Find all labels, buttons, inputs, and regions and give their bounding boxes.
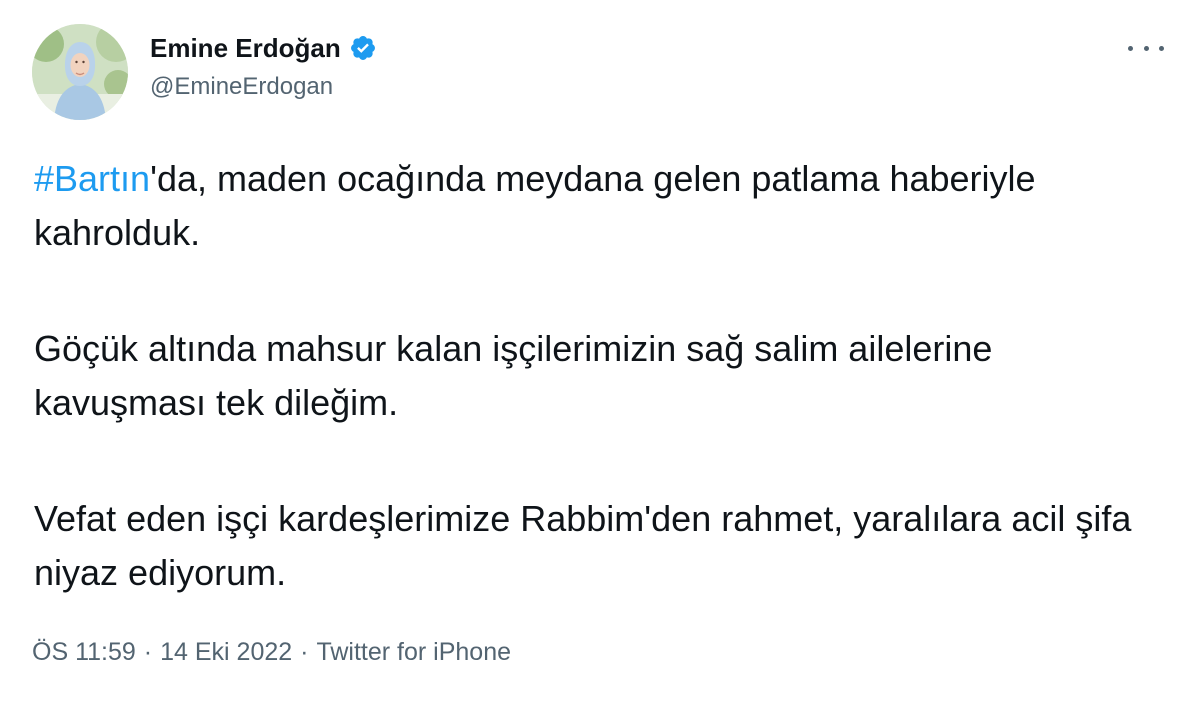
ellipsis-icon	[1128, 45, 1133, 51]
author-handle[interactable]: @EmineErdogan	[150, 73, 333, 101]
tweet-text: #Bartın'da, maden ocağında meydana gelen…	[34, 152, 1164, 600]
tweet-time[interactable]: ÖS 11:59	[32, 638, 136, 666]
ellipsis-icon	[1159, 45, 1164, 51]
tweet-paragraph-text: 'da, maden ocağında meydana gelen patlam…	[34, 158, 1036, 253]
meta-separator: ·	[143, 638, 153, 666]
tweet-date[interactable]: 14 Eki 2022	[160, 638, 292, 666]
verified-badge-icon	[349, 34, 377, 62]
author-name-row[interactable]: Emine Erdoğan	[150, 33, 377, 63]
hashtag-link[interactable]: #Bartın	[34, 158, 150, 199]
tweet-paragraph: Vefat eden işçi kardeşlerimize Rabbim'de…	[34, 498, 1132, 593]
tweet-source[interactable]: Twitter for iPhone	[316, 638, 511, 666]
ellipsis-icon	[1143, 45, 1149, 51]
tweet-paragraph: #Bartın'da, maden ocağında meydana gelen…	[34, 152, 1164, 260]
tweet-meta: ÖS 11:59 · 14 Eki 2022 · Twitter for iPhone	[32, 636, 511, 668]
avatar[interactable]	[32, 24, 128, 120]
tweet-card: Emine Erdoğan @EmineErdogan #Bartın'da, …	[0, 0, 1200, 706]
meta-separator: ·	[300, 638, 309, 666]
author-display-name[interactable]: Emine Erdoğan	[150, 33, 341, 63]
profile-photo	[32, 24, 128, 120]
more-options-button[interactable]	[1128, 36, 1164, 60]
tweet-paragraph: Göçük altında mahsur kalan işçilerimizin…	[34, 328, 993, 423]
